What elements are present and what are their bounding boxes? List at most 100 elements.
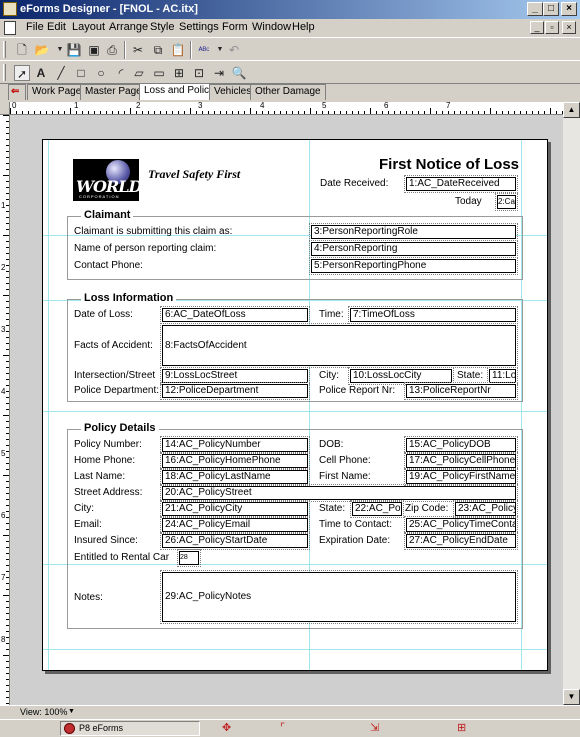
ruler-tick: [6, 385, 9, 386]
notes-field[interactable]: 29:AC_PolicyNotes: [160, 570, 518, 624]
facts-field[interactable]: 8:FactsOfAccident: [160, 323, 518, 368]
cut-icon[interactable]: ✂: [130, 42, 146, 58]
expiration-date-field[interactable]: 27:AC_PolicyEndDate: [404, 532, 518, 550]
policy-number-field[interactable]: 14:AC_PolicyNumber: [160, 436, 310, 454]
save-all-icon[interactable]: ▣: [86, 42, 102, 58]
policy-city-field[interactable]: 21:AC_PolicyCity: [160, 500, 310, 518]
mdi-restore-button[interactable]: ▫: [545, 21, 559, 34]
scroll-down-icon[interactable]: ▼: [563, 689, 580, 705]
policy-state-field[interactable]: 22:AC_Poli: [350, 500, 404, 518]
save-icon[interactable]: 💾: [66, 42, 82, 58]
ruler-tick: [310, 108, 311, 114]
button-tool-icon[interactable]: ⊡: [191, 65, 207, 81]
new-icon[interactable]: 🗋: [14, 42, 30, 58]
ruler-tick: [412, 111, 413, 114]
cell-phone-field[interactable]: 17:AC_PolicyCellPhone: [404, 452, 518, 470]
undo-icon[interactable]: ↶: [226, 42, 242, 58]
insured-since-field[interactable]: 26:AC_PolicyStartDate: [160, 532, 310, 550]
tab-work-page[interactable]: Work Page: [27, 84, 87, 100]
ruler-tick: [370, 108, 371, 114]
text-tool-icon[interactable]: A: [33, 65, 49, 81]
document-icon[interactable]: [4, 21, 16, 35]
zoom-icon[interactable]: 🔍: [231, 65, 247, 81]
claimant-name-field[interactable]: 4:PersonReporting: [309, 240, 518, 258]
tab-other-damage[interactable]: Other Damage: [250, 84, 326, 100]
ruler-tick: [6, 187, 9, 188]
ruler-tick: [286, 111, 287, 114]
ruler-tick: [436, 111, 437, 114]
maximize-button[interactable]: □: [543, 2, 559, 16]
zip-field[interactable]: 23:AC_Policy: [453, 500, 518, 518]
report-field[interactable]: 13:PoliceReportNr: [404, 382, 518, 400]
street-address-field[interactable]: 20:AC_PolicyStreet: [160, 484, 518, 502]
ruler-tick: [6, 409, 9, 410]
menu-edit[interactable]: Edit: [47, 21, 66, 33]
vertical-scrollbar[interactable]: ▲ ▼: [563, 102, 580, 705]
time-label: Time:: [319, 309, 344, 320]
polygon-tool-icon[interactable]: ▱: [131, 65, 147, 81]
tab-scroll-icon[interactable]: ⇐: [8, 84, 26, 100]
time-to-contact-field[interactable]: 25:AC_PolicyTimeConta: [404, 516, 518, 534]
menu-style[interactable]: Style: [150, 21, 174, 33]
tab-master-page[interactable]: Master Page: [80, 84, 147, 100]
menu-settings[interactable]: Settings: [179, 21, 219, 33]
menu-file[interactable]: File: [26, 21, 44, 33]
field-tool-icon[interactable]: ▭: [151, 65, 167, 81]
mdi-close-button[interactable]: ×: [562, 21, 576, 34]
paste-icon[interactable]: 📋: [170, 42, 186, 58]
menu-layout[interactable]: Layout: [72, 21, 105, 33]
first-name-field[interactable]: 19:AC_PolicyFirstName: [404, 468, 518, 486]
claimant-role-field[interactable]: 3:PersonReportingRole: [309, 223, 518, 241]
design-canvas[interactable]: WORLD CORPORATION Travel Safety First Fi…: [11, 115, 563, 705]
dob-field[interactable]: 15:AC_PolicyDOB: [404, 436, 518, 454]
menu-help[interactable]: Help: [292, 21, 315, 33]
menu-window[interactable]: Window: [252, 21, 291, 33]
spellcheck-icon[interactable]: ᴬᴮᶜ: [196, 42, 212, 58]
claimant-phone-field[interactable]: 5:PersonReportingPhone: [309, 257, 518, 275]
corner-icon[interactable]: ⌜: [280, 721, 285, 734]
police-field[interactable]: 12:PoliceDepartment: [160, 382, 310, 400]
minimize-button[interactable]: _: [527, 2, 543, 16]
scroll-up-icon[interactable]: ▲: [563, 102, 580, 118]
pointer-icon[interactable]: ➚: [14, 65, 30, 81]
open-icon[interactable]: 📂: [34, 42, 50, 58]
zoom-dropdown-icon[interactable]: ▼: [68, 708, 75, 715]
rental-car-field[interactable]: 28: [177, 549, 201, 567]
mdi-minimize-button[interactable]: _: [530, 21, 544, 34]
ruler-tick: [6, 343, 9, 344]
ruler-tick: [6, 631, 9, 632]
street-field[interactable]: 9:LossLocStreet: [160, 367, 310, 385]
ellipse-tool-icon[interactable]: ○: [93, 65, 109, 81]
date-received-field[interactable]: 1:AC_DateReceived: [404, 175, 518, 193]
copy-icon[interactable]: ⧉: [150, 42, 166, 58]
ruler-label: 7: [1, 573, 6, 582]
state-field[interactable]: 11:Lo: [487, 367, 518, 385]
last-name-field[interactable]: 18:AC_PolicyLastName: [160, 468, 310, 486]
email-field[interactable]: 24:AC_PolicyEmail: [160, 516, 310, 534]
arc-tool-icon[interactable]: ◜: [113, 65, 129, 81]
grid-icon[interactable]: ⊞: [457, 721, 466, 734]
table-tool-icon[interactable]: ⊞: [171, 65, 187, 81]
ruler-tick: [6, 133, 9, 134]
menu-arrange[interactable]: Arrange: [109, 21, 148, 33]
resize-icon[interactable]: ⇲: [370, 721, 379, 734]
move-icon[interactable]: ✥: [222, 721, 231, 734]
menu-form[interactable]: Form: [222, 21, 248, 33]
date-of-loss-field[interactable]: 6:AC_DateOfLoss: [160, 306, 310, 324]
ruler-tick: [6, 211, 9, 212]
close-button[interactable]: ×: [561, 2, 577, 16]
tab-loss-and-policy[interactable]: Loss and Policy: [139, 83, 220, 100]
time-field[interactable]: 7:TimeOfLoss: [348, 306, 518, 324]
today-field[interactable]: 2:Ca: [495, 193, 518, 211]
rectangle-tool-icon[interactable]: □: [73, 65, 89, 81]
ruler-tick: [6, 157, 9, 158]
form-page[interactable]: WORLD CORPORATION Travel Safety First Fi…: [42, 139, 548, 671]
ruler-tick: [16, 111, 17, 114]
ruler-tick: [6, 499, 9, 500]
city-field[interactable]: 10:LossLocCity: [348, 367, 454, 385]
tab-order-icon[interactable]: ⇥: [211, 65, 227, 81]
line-tool-icon[interactable]: ╱: [53, 65, 69, 81]
taskbar-app-button[interactable]: P8 eForms: [60, 721, 200, 736]
print-icon[interactable]: ⎙: [104, 42, 120, 58]
home-phone-field[interactable]: 16:AC_PolicyHomePhone: [160, 452, 310, 470]
